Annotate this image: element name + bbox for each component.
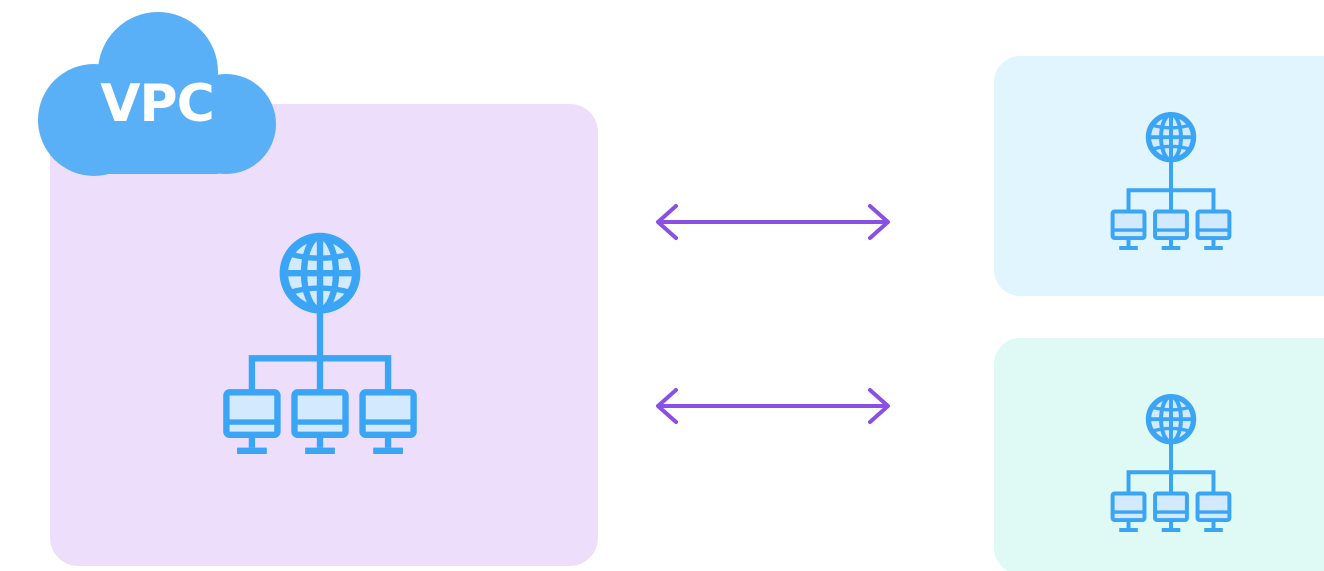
vpc-diagram: VPC bbox=[0, 0, 1324, 571]
network-globe-icon bbox=[1082, 386, 1260, 532]
connection-arrow-bottom bbox=[656, 388, 890, 424]
network-globe-icon bbox=[174, 220, 466, 454]
network-globe-icon bbox=[1082, 104, 1260, 250]
vpc-label: VPC bbox=[100, 74, 215, 134]
connection-arrow-top bbox=[656, 204, 890, 240]
